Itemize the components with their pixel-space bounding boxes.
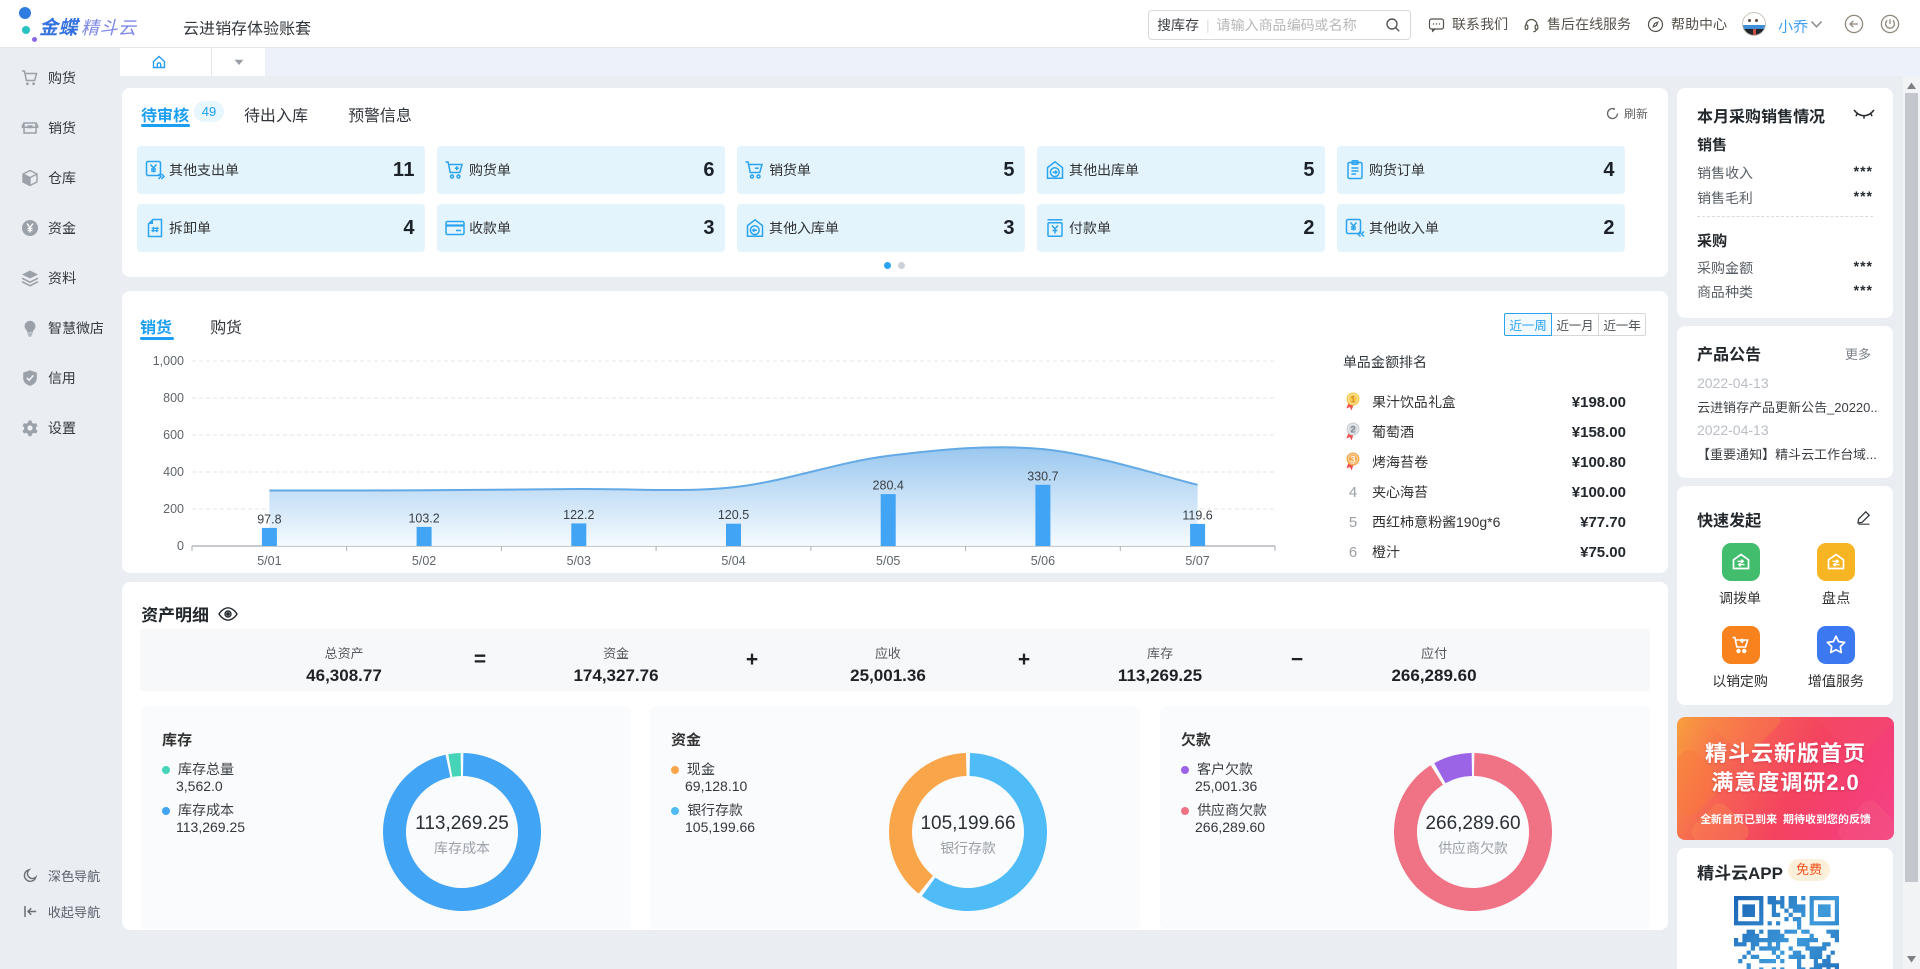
svg-text:330.7: 330.7 <box>1027 469 1058 483</box>
svg-text:5/06: 5/06 <box>1031 554 1055 568</box>
svg-text:280.4: 280.4 <box>873 479 904 493</box>
svg-text:5/07: 5/07 <box>1185 554 1209 568</box>
svg-text:200: 200 <box>163 502 184 516</box>
svg-text:120.5: 120.5 <box>718 508 749 522</box>
svg-text:97.8: 97.8 <box>257 512 281 526</box>
svg-text:0: 0 <box>177 539 184 553</box>
svg-text:1,000: 1,000 <box>153 354 184 368</box>
svg-text:103.2: 103.2 <box>408 511 439 525</box>
svg-text:5/01: 5/01 <box>257 554 281 568</box>
svg-text:5/02: 5/02 <box>412 554 436 568</box>
svg-text:5/04: 5/04 <box>721 554 745 568</box>
svg-text:600: 600 <box>163 428 184 442</box>
svg-text:5/03: 5/03 <box>567 554 591 568</box>
svg-text:119.6: 119.6 <box>1182 508 1212 522</box>
svg-text:3: 3 <box>1350 454 1355 465</box>
svg-text:800: 800 <box>163 391 184 405</box>
svg-text:1: 1 <box>1350 394 1356 405</box>
svg-text:400: 400 <box>163 465 184 479</box>
svg-text:2: 2 <box>1350 424 1355 435</box>
svg-text:5/05: 5/05 <box>876 554 900 568</box>
svg-text:122.2: 122.2 <box>563 508 594 522</box>
